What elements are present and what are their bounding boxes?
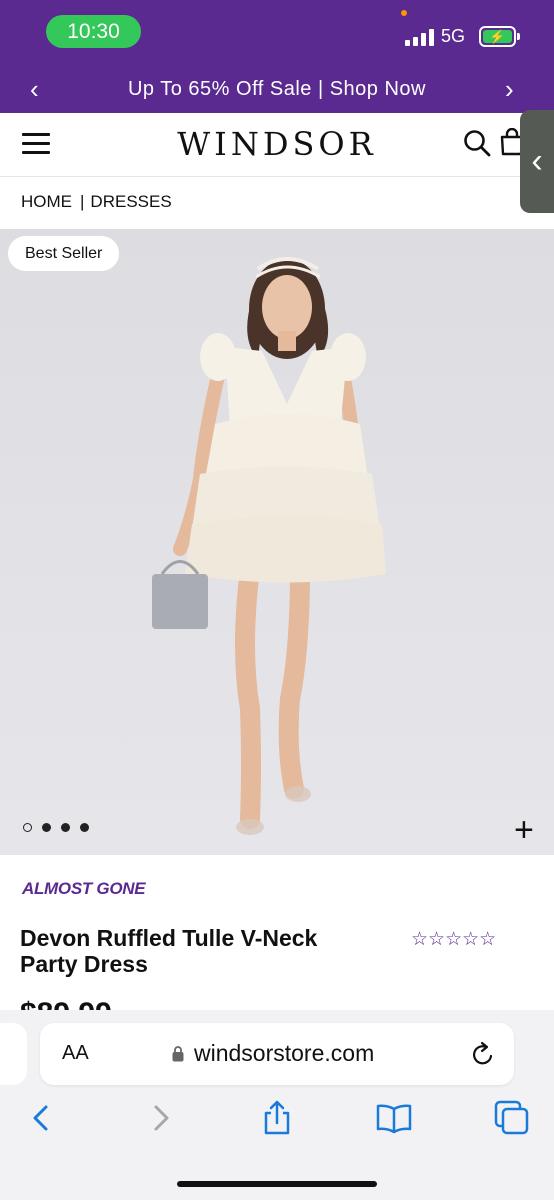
stock-status: ALMOST GONE	[22, 879, 146, 898]
zoom-plus-icon[interactable]: +	[514, 813, 534, 847]
product-title: Devon Ruffled Tulle V-Neck Party Dress	[20, 925, 318, 977]
product-image[interactable]: Best Seller +	[0, 229, 554, 855]
page-settings-button[interactable]: AA	[62, 1042, 89, 1065]
side-drawer-tab[interactable]: ‹	[520, 110, 554, 213]
status-time: 10:30	[46, 15, 141, 48]
breadcrumb-home[interactable]: HOME	[21, 192, 72, 211]
network-type: 5G	[441, 26, 466, 46]
site-header: WINDSOR	[0, 113, 554, 177]
address-bar[interactable]: AA windsorstore.com	[40, 1023, 514, 1085]
carousel-dot[interactable]	[23, 823, 32, 832]
breadcrumb: HOME | DRESSES	[21, 192, 172, 212]
forward-icon[interactable]	[143, 1100, 179, 1136]
lock-icon	[172, 1046, 184, 1062]
rating-stars[interactable]: ☆☆☆☆☆	[411, 928, 496, 951]
model-photo	[152, 257, 386, 835]
previous-tab-preview[interactable]	[0, 1023, 27, 1085]
carousel-dot[interactable]	[61, 823, 70, 832]
share-icon[interactable]	[259, 1100, 295, 1136]
back-icon[interactable]	[23, 1100, 59, 1136]
chevron-right-icon[interactable]: ›	[505, 74, 514, 105]
search-icon[interactable]	[463, 129, 491, 157]
reload-icon[interactable]	[471, 1041, 495, 1067]
camera-indicator-dot	[401, 10, 407, 16]
tabs-icon[interactable]	[494, 1100, 530, 1136]
carousel-dot[interactable]	[80, 823, 89, 832]
home-indicator	[177, 1181, 377, 1187]
product-info: ALMOST GONE Devon Ruffled Tulle V-Neck P…	[0, 855, 554, 1015]
browser-toolbar	[0, 1090, 554, 1150]
bookmarks-icon[interactable]	[376, 1100, 412, 1136]
url-text[interactable]: windsorstore.com	[194, 1040, 374, 1067]
promo-banner: ‹ Up To 65% Off Sale | Shop Now ›	[0, 66, 554, 113]
carousel-dots[interactable]	[23, 823, 89, 832]
battery-icon: ⚡	[479, 26, 520, 47]
promo-text[interactable]: Up To 65% Off Sale | Shop Now	[0, 78, 554, 101]
carousel-dot[interactable]	[42, 823, 51, 832]
cellular-signal-icon	[405, 29, 435, 46]
status-bar: 10:30 5G ⚡	[0, 0, 554, 66]
breadcrumb-dresses[interactable]: DRESSES	[90, 192, 171, 211]
breadcrumb-separator: |	[80, 192, 85, 211]
best-seller-badge: Best Seller	[8, 236, 120, 271]
